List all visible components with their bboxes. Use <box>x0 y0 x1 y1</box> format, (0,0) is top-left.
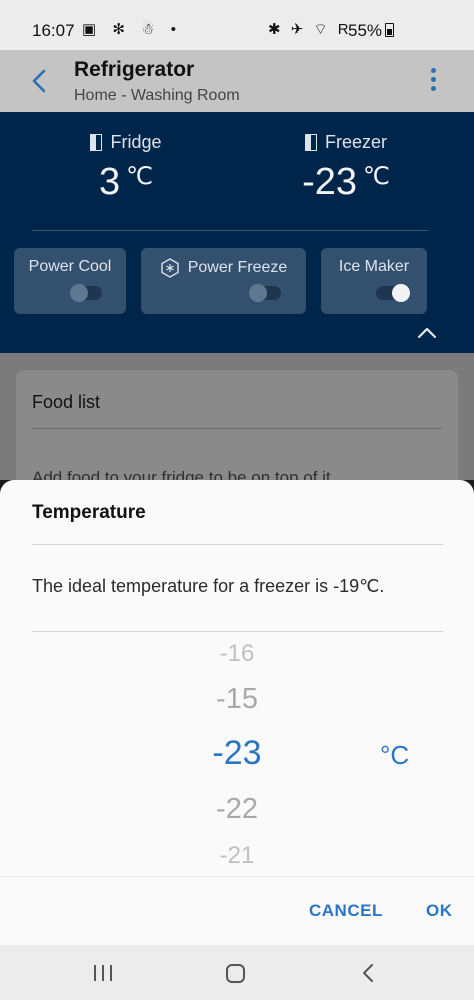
power-freeze-label: Power Freeze <box>187 259 288 276</box>
picker-option[interactable]: -15 <box>0 683 474 716</box>
fridge-label: Fridge <box>110 132 162 152</box>
ice-maker-label: Ice Maker <box>338 258 410 275</box>
more-options-icon[interactable] <box>424 68 442 94</box>
notification-icons: ▣ ✻ ☃ • <box>82 21 182 38</box>
power-cool-switch[interactable] <box>70 284 102 302</box>
freezer-label: Freezer <box>324 132 387 152</box>
recent-apps-icon[interactable] <box>94 965 112 981</box>
status-panel: Fridge 3 ℃ Freezer -23 ℃ Power Cool Power … <box>0 112 474 353</box>
food-list-title: Food list <box>32 392 101 412</box>
picker-top-divider <box>32 631 443 632</box>
power-freeze-switch[interactable] <box>249 284 281 302</box>
status-time: 16:07 <box>32 21 75 40</box>
fridge-temp-unit: ℃ <box>126 163 154 190</box>
freezer-door-icon <box>304 134 317 151</box>
fridge-temp-value: 3 <box>98 161 121 203</box>
food-list-divider <box>32 428 442 429</box>
cancel-button[interactable]: CANCEL <box>309 901 383 921</box>
picker-unit: °C <box>380 740 410 770</box>
temperature-dialog: Temperature The ideal temperature for a … <box>0 480 474 945</box>
freezer-temp-value: -23 <box>302 161 357 203</box>
dialog-title: Temperature <box>32 502 146 523</box>
ok-button[interactable]: OK <box>426 901 453 921</box>
status-bar: 16:07 ▣ ✻ ☃ • ✱ ✈ ⌔ R 55% <box>0 0 474 50</box>
dialog-divider <box>32 544 443 545</box>
device-title: Refrigerator <box>74 58 195 81</box>
battery-indicator: 55% <box>348 21 395 41</box>
system-nav-bar <box>0 945 474 1000</box>
battery-percent: 55% <box>348 21 383 40</box>
dialog-actions: CANCEL OK <box>0 876 474 945</box>
nav-back-icon[interactable] <box>360 963 376 983</box>
power-freeze-card[interactable]: Power Freeze <box>141 248 306 314</box>
system-status-icons: ✱ ✈ ⌔ R <box>268 21 352 38</box>
power-freeze-icon <box>161 258 179 278</box>
chevron-up-icon[interactable] <box>416 326 438 340</box>
ice-maker-card[interactable]: Ice Maker <box>321 248 427 314</box>
back-arrow-icon[interactable] <box>30 68 50 94</box>
panel-divider <box>32 230 428 231</box>
picker-option[interactable]: -16 <box>0 640 474 668</box>
picker-option[interactable]: -22 <box>0 793 474 826</box>
picker-option[interactable]: -21 <box>0 842 474 870</box>
power-cool-card[interactable]: Power Cool <box>14 248 126 314</box>
device-location: Home - Washing Room <box>74 87 240 104</box>
food-list-card[interactable]: Food list Add food to your fridge to be … <box>16 370 458 480</box>
fridge-temperature[interactable]: Fridge 3 ℃ <box>26 132 226 204</box>
fridge-door-icon <box>90 134 103 151</box>
dialog-message: The ideal temperature for a freezer is -… <box>32 576 385 596</box>
food-list-hint: Add food to your fridge to be on top of … <box>32 468 331 480</box>
battery-icon <box>385 23 395 37</box>
app-bar: Refrigerator Home - Washing Room <box>0 50 474 112</box>
freezer-temperature[interactable]: Freezer -23 ℃ <box>246 132 446 204</box>
ice-maker-switch[interactable] <box>376 284 410 302</box>
freezer-temp-unit: ℃ <box>362 163 390 190</box>
home-icon[interactable] <box>226 964 245 983</box>
power-cool-label: Power Cool <box>28 258 112 275</box>
